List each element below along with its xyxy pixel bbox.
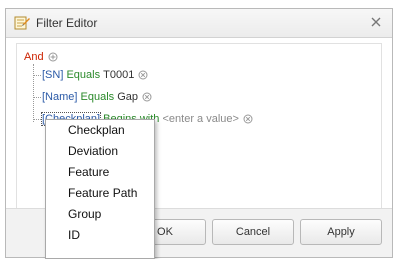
tree-branch [33, 119, 41, 120]
remove-condition-icon[interactable] [138, 70, 148, 80]
condition-row: [Name] Equals Gap [42, 91, 152, 103]
filter-editor-icon [14, 16, 30, 30]
dropdown-item-id[interactable]: ID [46, 225, 154, 246]
field-dropdown-list[interactable]: Checkplan Deviation Feature Feature Path… [45, 119, 155, 259]
dropdown-item-feature[interactable]: Feature [46, 162, 154, 183]
condition-field[interactable]: [SN] [42, 69, 63, 81]
tree-branch [33, 97, 41, 98]
group-operator[interactable]: And [24, 51, 44, 63]
condition-value-placeholder[interactable]: <enter a value> [162, 113, 238, 125]
group-node: And [24, 51, 58, 63]
condition-value[interactable]: T0001 [103, 69, 134, 81]
add-condition-icon[interactable] [48, 52, 58, 62]
close-icon[interactable] [369, 15, 383, 29]
dropdown-item-group[interactable]: Group [46, 204, 154, 225]
tree-branch [33, 75, 41, 76]
dropdown-item-deviation[interactable]: Deviation [46, 141, 154, 162]
dropdown-item-checkplan[interactable]: Checkplan [46, 120, 154, 141]
condition-field[interactable]: [Name] [42, 91, 77, 103]
tree-connector [33, 64, 34, 122]
window-title: Filter Editor [36, 16, 98, 30]
condition-value[interactable]: Gap [117, 91, 138, 103]
remove-condition-icon[interactable] [243, 114, 253, 124]
cancel-button[interactable]: Cancel [212, 219, 294, 245]
title-bar[interactable]: Filter Editor [6, 9, 392, 38]
condition-operator[interactable]: Equals [81, 91, 115, 103]
remove-condition-icon[interactable] [142, 92, 152, 102]
condition-row: [SN] Equals T0001 [42, 69, 148, 81]
apply-button[interactable]: Apply [300, 219, 382, 245]
dropdown-item-feature-path[interactable]: Feature Path [46, 183, 154, 204]
condition-operator[interactable]: Equals [66, 69, 100, 81]
